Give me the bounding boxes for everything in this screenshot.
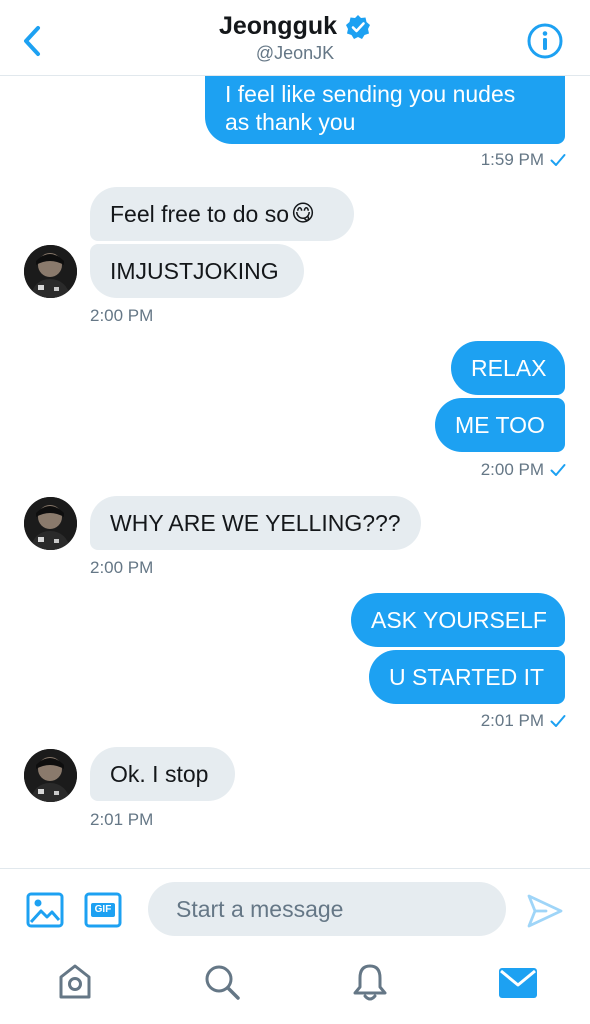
info-button[interactable] <box>526 22 564 60</box>
incoming-message[interactable]: Feel free to do so 😋 <box>90 187 354 241</box>
search-icon <box>205 965 240 1000</box>
tab-messages[interactable] <box>498 966 538 1000</box>
avatar-image <box>24 497 77 550</box>
gif-button[interactable]: GIF <box>84 891 122 929</box>
avatar[interactable] <box>24 749 77 802</box>
message-text: Feel free to do so <box>110 201 289 227</box>
tab-home[interactable] <box>56 962 94 1002</box>
message-text: IMJUSTJOKING <box>110 258 279 284</box>
send-button[interactable] <box>526 893 564 929</box>
bell-icon <box>353 964 387 1001</box>
envelope-icon <box>499 968 537 998</box>
checkmark-icon <box>550 715 566 727</box>
message-text: I feel like sending you nudes <box>225 81 516 107</box>
message-timestamp: 2:00 PM <box>90 306 154 325</box>
outgoing-message[interactable]: RELAX <box>451 341 565 395</box>
verified-badge-icon <box>346 14 371 39</box>
avatar[interactable] <box>24 245 77 298</box>
checkmark-icon <box>550 154 566 166</box>
message-input-placeholder: Start a message <box>176 895 344 922</box>
message-text: ASK YOURSELF <box>371 607 547 633</box>
message-timestamp: 1:59 PM <box>380 150 566 170</box>
outgoing-message[interactable]: ASK YOURSELF <box>351 593 565 647</box>
conversation-header: Jeongguk @JeonJK <box>0 0 590 76</box>
contact-handle: @JeonJK <box>255 43 335 63</box>
message-timestamp: 2:01 PM <box>90 810 154 829</box>
message-timestamp: 2:00 PM <box>380 460 566 480</box>
message-text: WHY ARE WE YELLING??? <box>110 510 401 536</box>
incoming-message[interactable]: WHY ARE WE YELLING??? <box>90 496 421 550</box>
message-timestamp: 2:00 PM <box>90 558 154 577</box>
conversation-title[interactable]: Jeongguk @JeonJK <box>0 12 590 64</box>
message-input[interactable]: Start a message <box>148 882 506 936</box>
tab-notifications[interactable] <box>350 962 390 1002</box>
tab-search[interactable] <box>202 962 242 1002</box>
message-text: U STARTED IT <box>389 664 545 690</box>
photo-button[interactable] <box>26 891 64 929</box>
incoming-message[interactable]: IMJUSTJOKING <box>90 244 304 298</box>
message-text: RELAX <box>471 355 547 381</box>
gif-label: GIF <box>94 904 112 915</box>
message-composer: GIF Start a message <box>0 868 590 950</box>
incoming-message[interactable]: Ok. I stop <box>90 747 235 801</box>
message-text: Ok. I stop <box>110 761 209 787</box>
message-text: ME TOO <box>455 412 545 438</box>
bottom-tab-bar <box>0 950 590 1024</box>
avatar-image <box>24 245 77 298</box>
home-icon <box>59 964 91 999</box>
message-text: as thank you <box>225 109 356 135</box>
checkmark-icon <box>550 464 566 476</box>
info-icon <box>527 23 563 59</box>
image-icon <box>26 892 64 928</box>
message-timestamp: 2:01 PM <box>380 711 566 731</box>
emoji: 😋 <box>291 201 315 227</box>
avatar-image <box>24 749 77 802</box>
avatar[interactable] <box>24 497 77 550</box>
send-icon <box>527 894 563 928</box>
outgoing-message[interactable]: U STARTED IT <box>369 650 565 704</box>
outgoing-message[interactable]: ME TOO <box>435 398 565 452</box>
contact-name: Jeongguk <box>218 12 338 40</box>
